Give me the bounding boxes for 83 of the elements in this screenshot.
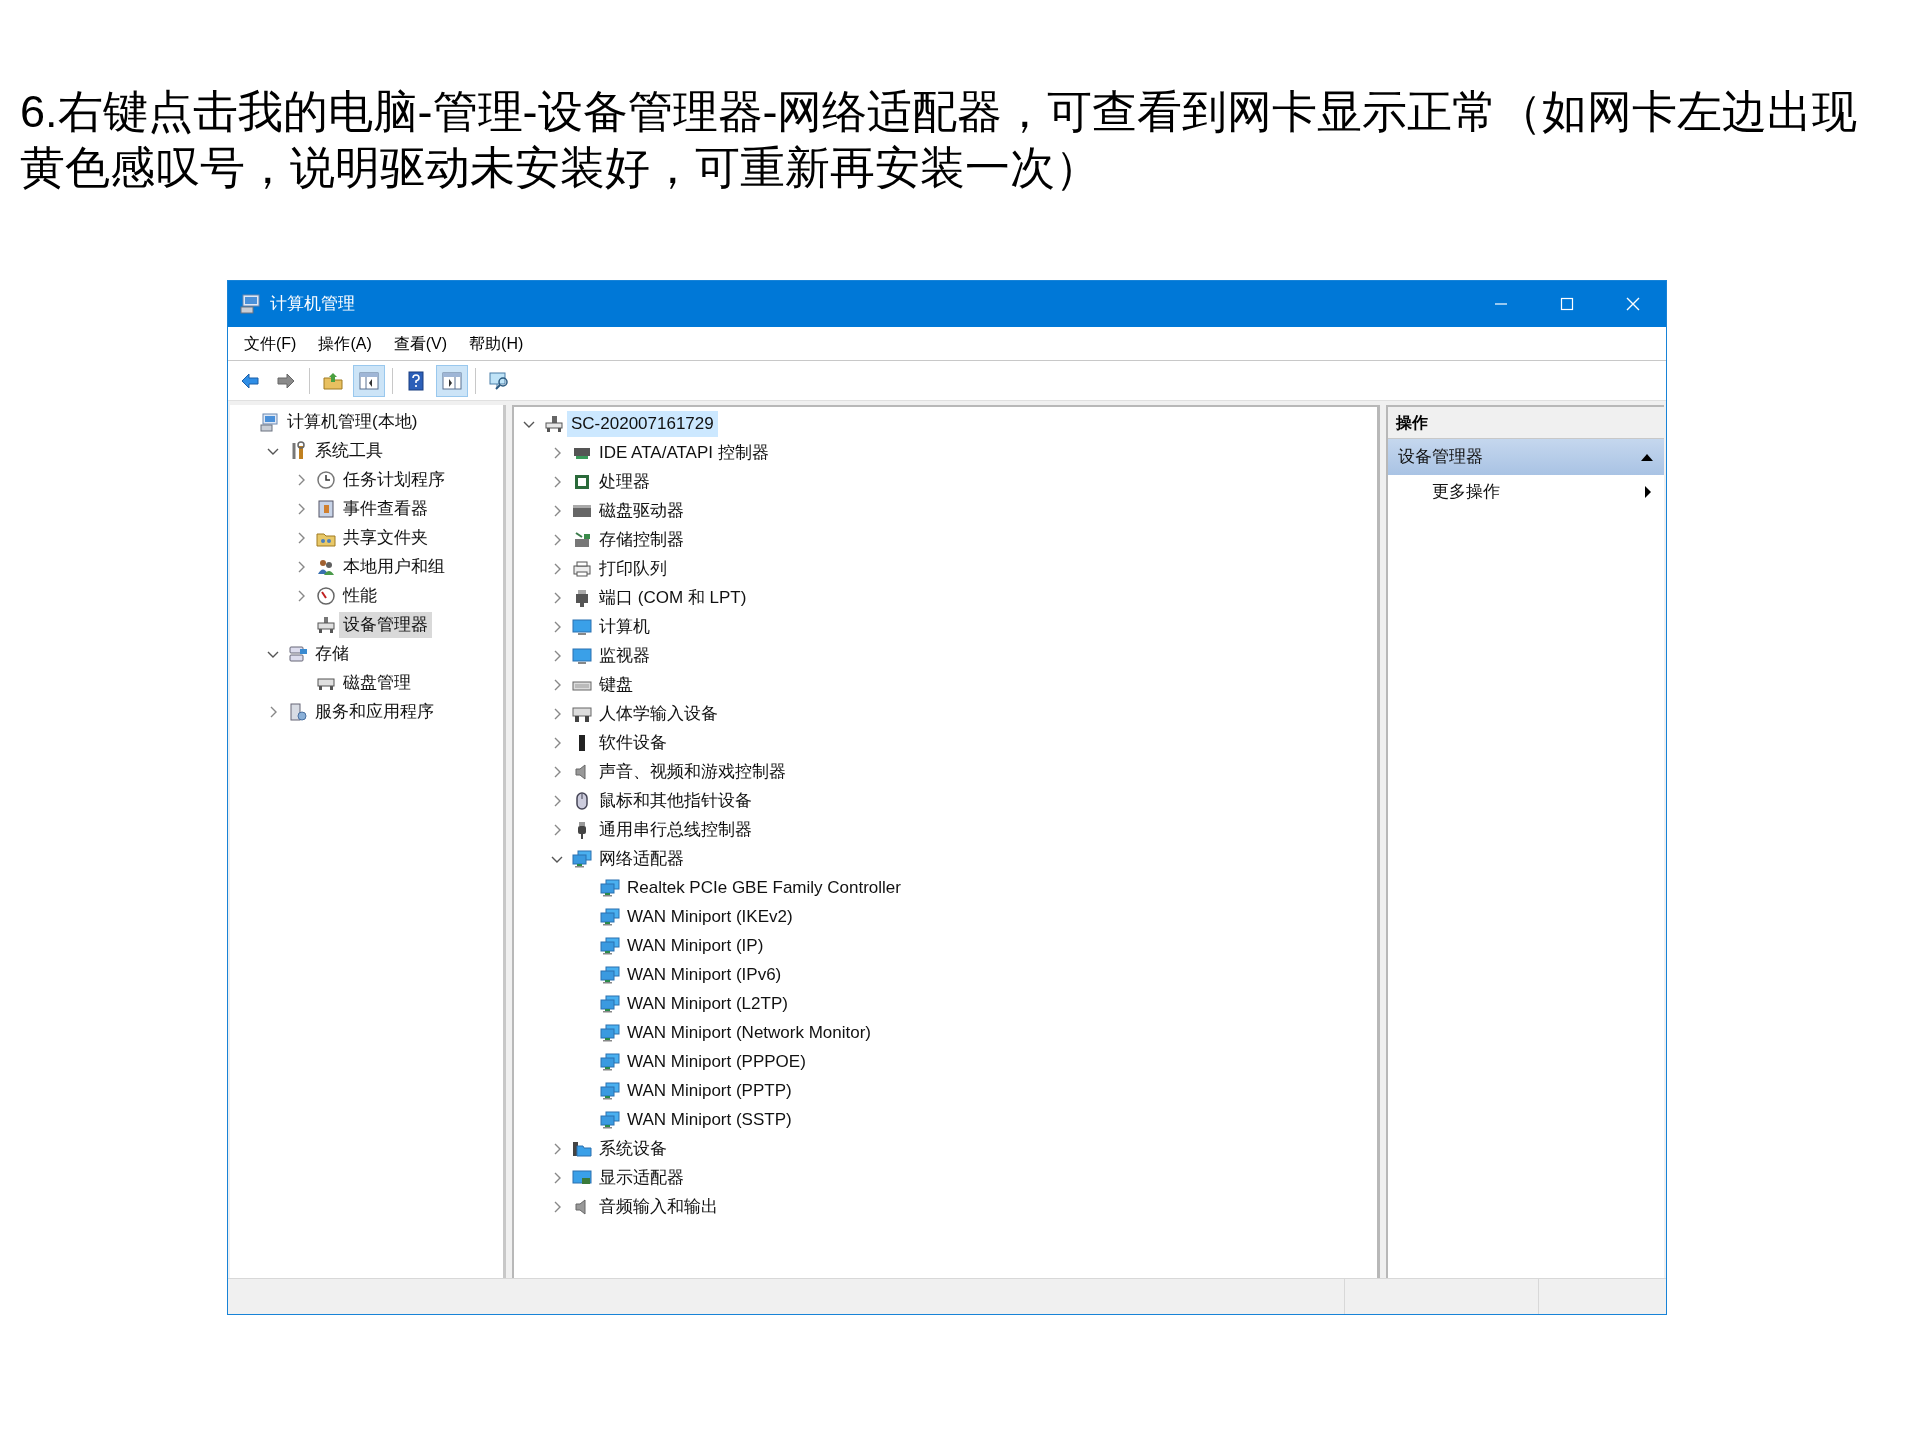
tree-item[interactable]: WAN Miniport (IKEv2) (623, 903, 797, 930)
tree-item[interactable]: 端口 (COM 和 LPT) (595, 584, 751, 611)
network-adapter-icon (600, 1109, 620, 1130)
network-adapter-icon (600, 877, 620, 898)
tree-item[interactable]: 计算机管理(本地) (283, 408, 422, 435)
tree-item[interactable]: WAN Miniport (IPv6) (623, 961, 786, 988)
tree-item[interactable]: 任务计划程序 (339, 466, 449, 493)
tree-item[interactable]: 打印队列 (595, 555, 671, 582)
services-icon (288, 701, 308, 722)
tree-item[interactable]: 监视器 (595, 642, 654, 669)
gauge-icon (316, 585, 336, 606)
tree-item[interactable]: WAN Miniport (Network Monitor) (623, 1019, 876, 1046)
tree-item[interactable]: 设备管理器 (339, 611, 432, 638)
tree-item[interactable]: WAN Miniport (PPPOE) (623, 1048, 810, 1075)
tree-item[interactable]: 显示适配器 (595, 1164, 688, 1191)
network-adapter-icon (600, 1051, 620, 1072)
tree-item[interactable]: 事件查看器 (339, 495, 432, 522)
computer-management-icon (240, 293, 262, 315)
action-item[interactable]: 更多操作 (1388, 475, 1664, 509)
monitor-magnifier-icon (488, 369, 510, 392)
menu-item[interactable]: 文件(F) (234, 329, 307, 358)
tree-item[interactable]: 存储控制器 (595, 526, 688, 553)
tree-item[interactable]: IDE ATA/ATAPI 控制器 (595, 439, 773, 466)
action-pane-toggle-icon (441, 369, 463, 392)
event-log-icon (316, 498, 336, 519)
tree-item[interactable]: 网络适配器 (595, 845, 688, 872)
submenu-arrow-icon (1644, 485, 1652, 499)
window-title: 计算机管理 (270, 293, 355, 316)
storage-icon (288, 643, 308, 664)
tree-item[interactable]: 系统设备 (595, 1135, 671, 1162)
tree-item[interactable]: SC-202007161729 (567, 410, 718, 437)
clock-icon (316, 469, 336, 490)
tree-item[interactable]: 处理器 (595, 468, 654, 495)
tree-item[interactable]: 磁盘驱动器 (595, 497, 688, 524)
tree-item[interactable]: 磁盘管理 (339, 669, 415, 696)
tree-item[interactable]: 共享文件夹 (339, 524, 432, 551)
tree-item[interactable]: 声音、视频和游戏控制器 (595, 758, 790, 785)
device-manager-icon (316, 614, 336, 635)
close-icon (1625, 296, 1641, 312)
menu-item[interactable]: 操作(A) (308, 329, 382, 358)
storage-controller-icon (572, 529, 592, 550)
console-tree-toggle-button[interactable] (353, 364, 385, 397)
tree-item[interactable]: 计算机 (595, 613, 654, 640)
tree-item[interactable]: 键盘 (595, 671, 637, 698)
console-tree-toggle-icon (358, 369, 380, 392)
network-adapter-icon (600, 993, 620, 1014)
maximize-icon (1560, 297, 1574, 311)
tree-item[interactable]: 性能 (339, 582, 381, 609)
tree-item[interactable]: WAN Miniport (IP) (623, 932, 768, 959)
network-adapter-icon (600, 964, 620, 985)
tree-item[interactable]: Realtek PCIe GBE Family Controller (623, 874, 905, 901)
network-adapter-icon (600, 1080, 620, 1101)
tree-item[interactable]: 鼠标和其他指针设备 (595, 787, 756, 814)
tree-item[interactable]: 软件设备 (595, 729, 671, 756)
tree-item[interactable]: WAN Miniport (SSTP) (623, 1106, 796, 1133)
printer-icon (572, 558, 592, 579)
computer-management-icon (260, 411, 280, 432)
monitor-icon (572, 645, 592, 666)
network-adapter-icon (572, 848, 592, 869)
tree-item[interactable]: WAN Miniport (PPTP) (623, 1077, 796, 1104)
menu-item[interactable]: 帮助(H) (459, 329, 534, 358)
action-label: 更多操作 (1432, 481, 1500, 504)
menu-item[interactable]: 查看(V) (383, 329, 458, 358)
tree-item[interactable]: 通用串行总线控制器 (595, 816, 756, 843)
actions-header: 操作 (1388, 407, 1664, 439)
actions-section-header[interactable]: 设备管理器 (1388, 439, 1664, 475)
monitor-icon (572, 616, 592, 637)
help-icon (405, 369, 427, 392)
network-adapter-icon (600, 935, 620, 956)
tree-item[interactable]: 存储 (311, 640, 353, 667)
tree-item[interactable]: 服务和应用程序 (311, 698, 438, 725)
tree-item[interactable]: 音频输入和输出 (595, 1193, 722, 1220)
tree-item[interactable]: 系统工具 (311, 437, 387, 464)
instruction-text: 6.右键点击我的电脑-管理-设备管理器-网络适配器，可查看到网卡显示正常（如网卡左边出现黄色感叹号，说明驱动未安装好，可重新再安装一次） (20, 85, 1859, 195)
computer-tower-icon (544, 413, 564, 434)
network-adapter-icon (600, 906, 620, 927)
minimize-icon (1494, 303, 1508, 305)
tree-item[interactable]: 人体学输入设备 (595, 700, 722, 727)
tree-item[interactable]: WAN Miniport (L2TP) (623, 990, 792, 1017)
network-adapter-icon (600, 1022, 620, 1043)
section-title: 设备管理器 (1398, 446, 1483, 469)
tree-item[interactable]: 本地用户和组 (339, 553, 449, 580)
action-pane-toggle-button[interactable] (436, 364, 468, 397)
